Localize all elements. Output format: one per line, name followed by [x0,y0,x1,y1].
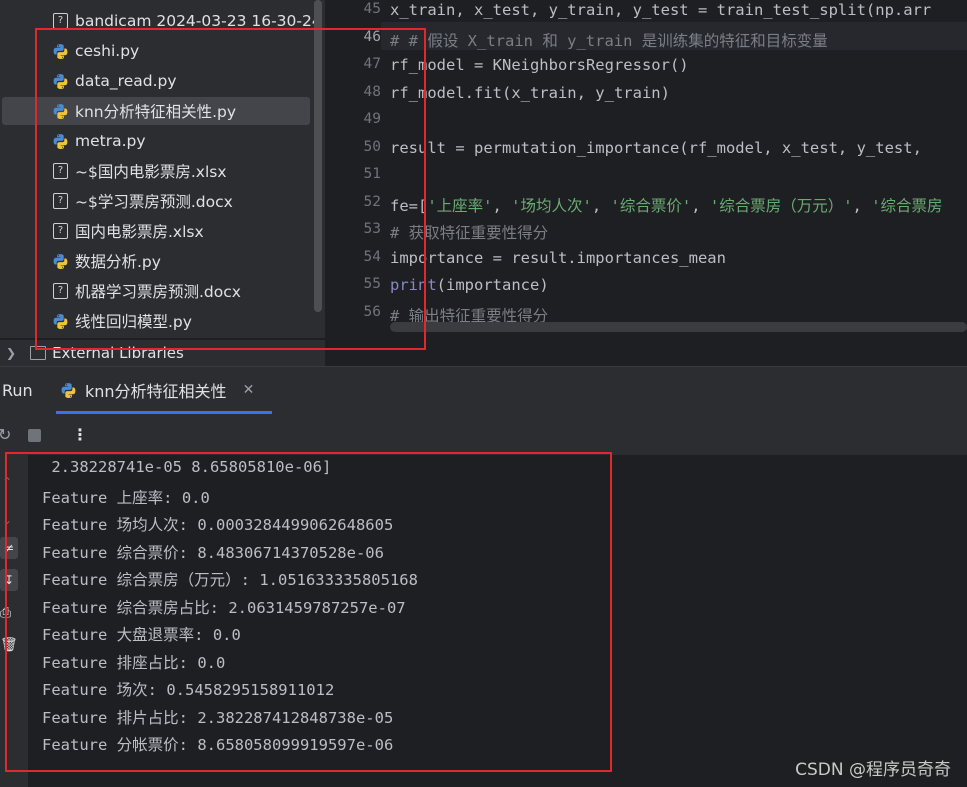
stop-icon[interactable] [28,429,41,442]
code-line[interactable]: importance = result.importances_mean [390,249,726,267]
chevron-right-icon[interactable]: ❯ [6,346,16,360]
editor-horizontal-scrollbar[interactable] [390,322,967,332]
highlight-box-files [35,28,426,350]
code-line[interactable]: rf_model.fit(x_train, y_train) [390,84,670,102]
code-line[interactable]: rf_model = KNeighborsRegressor() [390,56,689,74]
active-tab-underline [56,411,272,414]
run-tab-knn[interactable]: knn分析特征相关性 ✕ [60,367,254,413]
run-panel-title: Run [2,381,33,400]
more-options-icon[interactable]: ⋮ [72,425,88,444]
watermark: CSDN @程序员奇奇 [795,760,951,780]
highlight-box-output [5,452,612,772]
run-toolbar: ↻ ⋮ [0,415,967,455]
code-line[interactable]: # # 假设 X_train 和 y_train 是训练集的特征和目标变量 [390,29,828,51]
unknown-file-icon: ? [52,13,69,30]
python-file-icon [60,382,77,399]
code-line[interactable]: result = permutation_importance(rf_model… [390,139,922,157]
code-line[interactable]: x_train, x_test, y_train, y_test = train… [390,1,931,19]
run-tab-label: knn分析特征相关性 [85,382,227,401]
close-icon[interactable]: ✕ [243,382,255,398]
rerun-icon[interactable]: ↻ [0,425,11,444]
line-number: 45 [363,1,381,17]
run-tab-bar: Run knn分析特征相关性 ✕ [0,367,967,415]
code-line[interactable]: fe=['上座率', '场均人次', '综合票价', '综合票房（万元）', '… [390,194,943,216]
